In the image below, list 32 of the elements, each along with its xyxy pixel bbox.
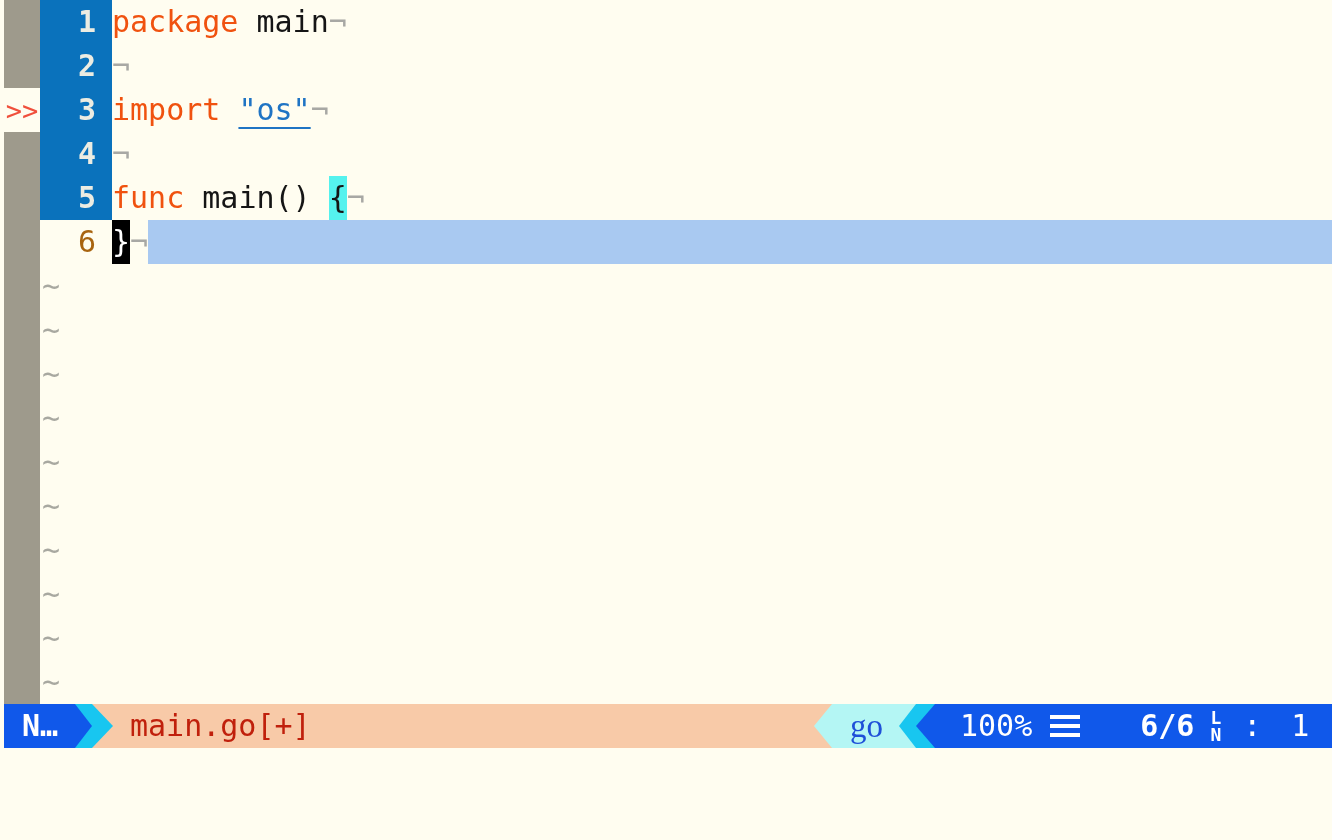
- line-number: 4: [40, 132, 112, 176]
- arrow-separator-icon: [75, 704, 113, 748]
- code-line: }¬: [112, 220, 149, 264]
- empty-line-marker: ~: [41, 531, 61, 569]
- line-symbol: LN: [1210, 708, 1222, 744]
- sign-marker: >>: [5, 96, 39, 124]
- code-line: import "os"¬: [112, 91, 329, 129]
- empty-line-marker: ~: [41, 311, 61, 349]
- empty-line-marker: ~: [41, 267, 61, 305]
- arrow-separator-icon: [814, 704, 832, 748]
- file-name: main.go[+]: [129, 707, 311, 745]
- three-lines-icon: [1050, 715, 1081, 737]
- code-line: ¬: [112, 135, 131, 173]
- line-number: 5: [40, 176, 112, 220]
- empty-line-marker: ~: [41, 575, 61, 613]
- code-line: package main¬: [112, 3, 347, 41]
- empty-line-marker: ~: [41, 487, 61, 525]
- line-position: 6/6: [1140, 707, 1195, 745]
- empty-line-marker: ~: [41, 399, 61, 437]
- empty-line-marker: ~: [41, 355, 61, 393]
- code-line: func main() {¬: [112, 176, 365, 220]
- line-number: 2: [40, 44, 112, 88]
- empty-line-marker: ~: [41, 443, 61, 481]
- line-number: 6: [76, 223, 97, 261]
- line-number: 1: [40, 0, 112, 44]
- empty-line-marker: ~: [41, 663, 61, 701]
- column-number: 1: [1291, 707, 1310, 745]
- scroll-percent: 100%: [960, 707, 1033, 745]
- empty-line-marker: ~: [41, 619, 61, 657]
- column-separator: :: [1243, 707, 1262, 745]
- code-line: ¬: [112, 47, 131, 85]
- line-number: 3: [40, 88, 112, 132]
